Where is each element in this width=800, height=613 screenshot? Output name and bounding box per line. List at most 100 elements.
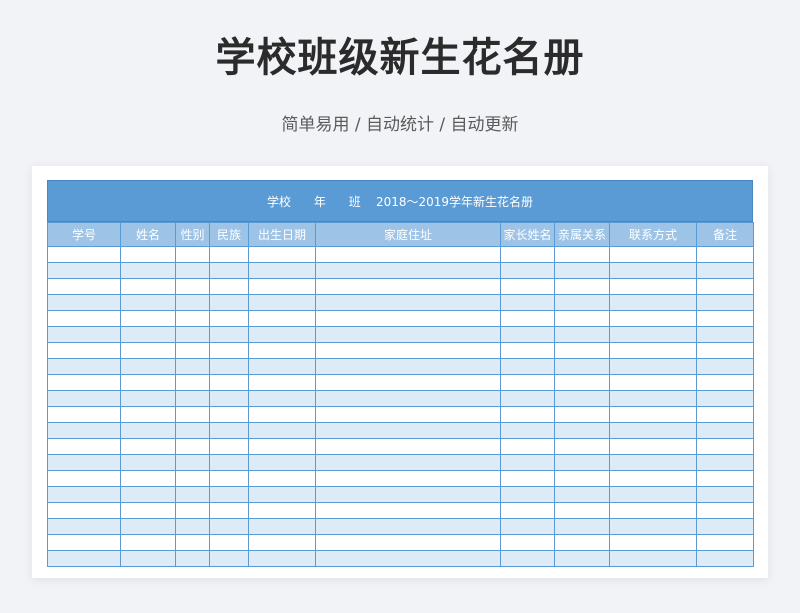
table-cell[interactable] — [554, 534, 610, 551]
table-cell[interactable] — [248, 502, 316, 519]
table-cell[interactable] — [209, 262, 249, 279]
table-cell[interactable] — [120, 518, 176, 535]
table-cell[interactable] — [609, 310, 697, 327]
table-cell[interactable] — [315, 534, 501, 551]
table-cell[interactable] — [500, 406, 555, 423]
table-cell[interactable] — [120, 326, 176, 343]
table-cell[interactable] — [315, 326, 501, 343]
table-cell[interactable] — [500, 454, 555, 471]
table-cell[interactable] — [209, 406, 249, 423]
table-cell[interactable] — [120, 358, 176, 375]
table-cell[interactable] — [554, 358, 610, 375]
table-cell[interactable] — [209, 358, 249, 375]
table-cell[interactable] — [248, 486, 316, 503]
table-cell[interactable] — [609, 326, 697, 343]
table-cell[interactable] — [554, 502, 610, 519]
table-cell[interactable] — [120, 438, 176, 455]
table-cell[interactable] — [248, 390, 316, 407]
table-cell[interactable] — [696, 246, 754, 263]
table-cell[interactable] — [47, 534, 121, 551]
table-cell[interactable] — [554, 438, 610, 455]
table-cell[interactable] — [175, 550, 210, 567]
table-cell[interactable] — [175, 422, 210, 439]
table-cell[interactable] — [315, 246, 501, 263]
table-cell[interactable] — [609, 262, 697, 279]
table-cell[interactable] — [609, 518, 697, 535]
table-cell[interactable] — [500, 342, 555, 359]
table-cell[interactable] — [554, 390, 610, 407]
table-cell[interactable] — [609, 278, 697, 295]
table-cell[interactable] — [500, 374, 555, 391]
table-cell[interactable] — [120, 342, 176, 359]
table-cell[interactable] — [554, 278, 610, 295]
table-cell[interactable] — [696, 278, 754, 295]
table-cell[interactable] — [609, 246, 697, 263]
table-cell[interactable] — [248, 374, 316, 391]
table-cell[interactable] — [248, 278, 316, 295]
table-cell[interactable] — [554, 406, 610, 423]
table-cell[interactable] — [554, 262, 610, 279]
table-cell[interactable] — [696, 342, 754, 359]
table-cell[interactable] — [209, 310, 249, 327]
table-cell[interactable] — [209, 534, 249, 551]
table-cell[interactable] — [47, 550, 121, 567]
table-cell[interactable] — [696, 374, 754, 391]
table-cell[interactable] — [554, 342, 610, 359]
table-cell[interactable] — [248, 518, 316, 535]
table-cell[interactable] — [696, 262, 754, 279]
table-cell[interactable] — [696, 390, 754, 407]
table-cell[interactable] — [500, 294, 555, 311]
table-cell[interactable] — [609, 534, 697, 551]
table-cell[interactable] — [500, 278, 555, 295]
table-cell[interactable] — [554, 518, 610, 535]
table-cell[interactable] — [554, 326, 610, 343]
table-cell[interactable] — [315, 454, 501, 471]
table-cell[interactable] — [315, 358, 501, 375]
table-cell[interactable] — [120, 502, 176, 519]
table-cell[interactable] — [315, 262, 501, 279]
table-cell[interactable] — [47, 262, 121, 279]
table-cell[interactable] — [47, 422, 121, 439]
table-cell[interactable] — [500, 246, 555, 263]
table-cell[interactable] — [209, 454, 249, 471]
table-cell[interactable] — [609, 374, 697, 391]
table-cell[interactable] — [209, 502, 249, 519]
table-cell[interactable] — [47, 502, 121, 519]
table-cell[interactable] — [696, 422, 754, 439]
table-cell[interactable] — [209, 390, 249, 407]
table-cell[interactable] — [696, 518, 754, 535]
table-cell[interactable] — [500, 422, 555, 439]
table-cell[interactable] — [609, 390, 697, 407]
table-cell[interactable] — [500, 550, 555, 567]
table-cell[interactable] — [47, 518, 121, 535]
table-cell[interactable] — [47, 310, 121, 327]
table-cell[interactable] — [175, 502, 210, 519]
table-cell[interactable] — [175, 390, 210, 407]
table-cell[interactable] — [175, 438, 210, 455]
table-cell[interactable] — [609, 550, 697, 567]
table-cell[interactable] — [175, 454, 210, 471]
table-cell[interactable] — [175, 326, 210, 343]
table-cell[interactable] — [696, 470, 754, 487]
table-cell[interactable] — [315, 438, 501, 455]
table-cell[interactable] — [315, 390, 501, 407]
table-cell[interactable] — [248, 262, 316, 279]
table-cell[interactable] — [120, 262, 176, 279]
table-cell[interactable] — [120, 470, 176, 487]
table-cell[interactable] — [175, 310, 210, 327]
table-cell[interactable] — [209, 278, 249, 295]
table-cell[interactable] — [248, 310, 316, 327]
table-cell[interactable] — [609, 406, 697, 423]
table-cell[interactable] — [248, 326, 316, 343]
table-cell[interactable] — [315, 518, 501, 535]
table-cell[interactable] — [554, 454, 610, 471]
table-cell[interactable] — [696, 326, 754, 343]
table-cell[interactable] — [175, 294, 210, 311]
table-cell[interactable] — [500, 438, 555, 455]
table-cell[interactable] — [47, 374, 121, 391]
table-cell[interactable] — [315, 342, 501, 359]
table-cell[interactable] — [47, 454, 121, 471]
table-cell[interactable] — [47, 294, 121, 311]
table-cell[interactable] — [175, 374, 210, 391]
table-cell[interactable] — [696, 358, 754, 375]
